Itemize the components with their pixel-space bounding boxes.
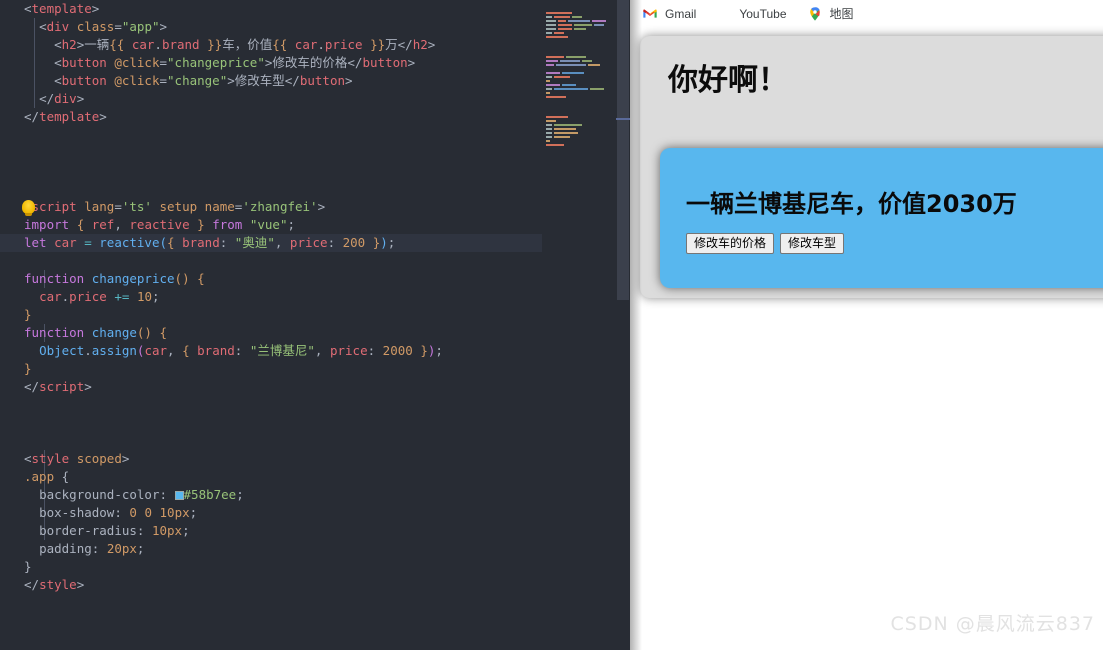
bookmark-label: YouTube — [739, 6, 787, 21]
code-line-import: import { ref, reactive } from "vue"; — [24, 217, 296, 232]
scrollbar-marker — [616, 118, 630, 120]
screenshot-root: <template> <div class="app"> <h2>一辆{{ ca… — [0, 0, 1103, 650]
code-line: box-shadow: 0 0 10px; — [39, 505, 198, 520]
code-line: car.price += 10; — [39, 289, 160, 304]
code-line: padding: 20px; — [39, 541, 145, 556]
code-line: </script> — [24, 379, 92, 394]
code-line: <div class="app"> — [39, 19, 168, 34]
code-editor[interactable]: <template> <div class="app"> <h2>一辆{{ ca… — [0, 0, 630, 650]
youtube-icon — [716, 6, 732, 22]
google-maps-icon — [807, 6, 823, 22]
preview-outer-container: 你好啊！ 一辆兰博基尼车，价值2030万 修改车的价格 修改车型 — [640, 36, 1103, 298]
color-swatch-icon — [174, 491, 184, 500]
code-line: function changeprice() { — [24, 271, 205, 286]
car-info-heading: 一辆兰博基尼车，价值2030万 — [686, 190, 1017, 218]
code-line: border-radius: 10px; — [39, 523, 190, 538]
editor-minimap[interactable] — [542, 0, 612, 650]
code-line: <script lang='ts' setup name='zhangfei'> — [24, 199, 326, 214]
change-price-button[interactable]: 修改车的价格 — [686, 233, 775, 255]
code-line: </template> — [24, 109, 107, 124]
editor-scrollbar[interactable] — [616, 0, 630, 650]
change-model-button[interactable]: 修改车型 — [780, 233, 845, 255]
code-line: function change() { — [24, 325, 168, 340]
code-line: </div> — [39, 91, 85, 106]
browser-window: Gmail YouTube 地图 你好啊！ 一辆兰博基尼车，价值2030万 修改… — [630, 0, 1103, 650]
bookmark-label: Gmail — [665, 6, 697, 21]
gmail-icon — [642, 6, 658, 22]
code-line: </style> — [24, 577, 85, 592]
code-line: } — [24, 307, 32, 322]
code-line: <template> — [24, 1, 100, 16]
code-line: Object.assign(car, { brand: "兰博基尼", pric… — [39, 343, 443, 358]
bookmark-label: 地图 — [829, 7, 854, 21]
code-line: <h2>一辆{{ car.brand }}车，价值{{ car.price }}… — [54, 37, 436, 52]
code-line: } — [24, 559, 32, 574]
code-line: .app { — [24, 469, 70, 484]
editor-code-area[interactable]: <template> <div class="app"> <h2>一辆{{ ca… — [0, 0, 545, 650]
code-line-bgcolor: background-color: #58b7ee; — [39, 487, 244, 502]
code-line: } — [24, 361, 32, 376]
vue-app-card: 一辆兰博基尼车，价值2030万 修改车的价格 修改车型 — [660, 148, 1103, 288]
bookmark-maps[interactable]: 地图 — [807, 5, 854, 22]
quick-fix-lightbulb-icon[interactable] — [22, 200, 35, 216]
watermark: CSDN @晨风流云837 — [890, 613, 1095, 635]
button-row: 修改车的价格 修改车型 — [680, 233, 1103, 255]
code-line: <button @click="change">修改车型</button> — [54, 73, 353, 88]
bookmark-youtube[interactable]: YouTube — [716, 6, 786, 22]
code-line: <button @click="changeprice">修改车的价格</but… — [54, 55, 416, 70]
editor-scrollbar-thumb[interactable] — [617, 0, 629, 300]
bookmarks-bar: Gmail YouTube 地图 — [630, 0, 1103, 28]
bookmark-gmail[interactable]: Gmail — [642, 6, 696, 22]
browser-viewport: 你好啊！ 一辆兰博基尼车，价值2030万 修改车的价格 修改车型 CSDN @晨… — [630, 28, 1103, 650]
code-line: <style scoped> — [24, 451, 130, 466]
code-line-current: let car = reactive({ brand: "奥迪", price:… — [0, 234, 545, 252]
greeting-heading: 你好啊！ — [668, 63, 788, 98]
panel-divider-shadow — [630, 0, 642, 650]
